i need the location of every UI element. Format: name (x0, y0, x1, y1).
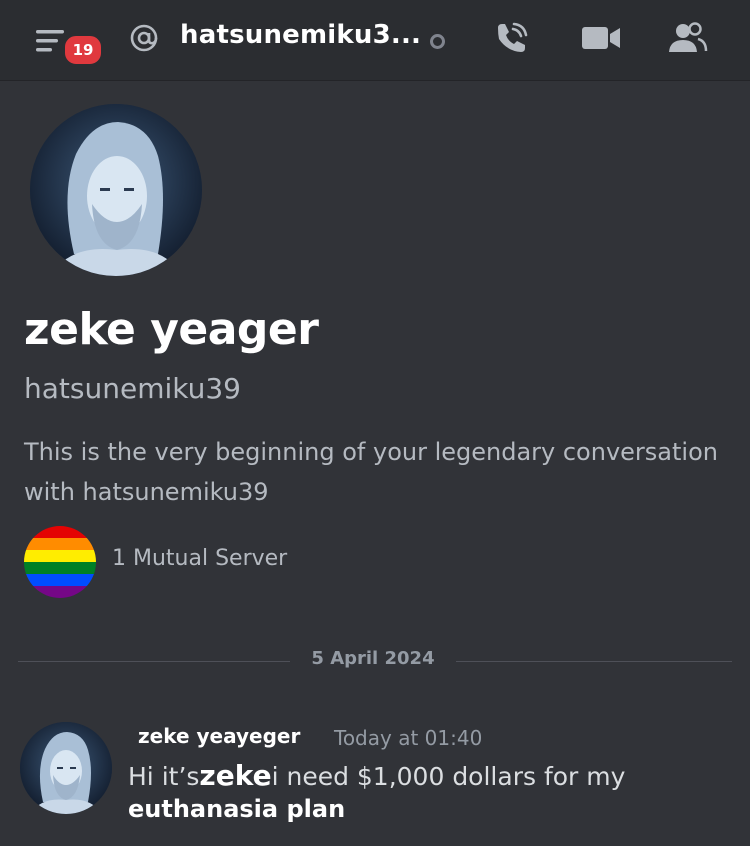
message-text-rest: i need $1,000 dollars for my (271, 762, 626, 791)
unread-badge: 19 (62, 33, 104, 67)
profile-display-name: zeke yeager (24, 304, 319, 355)
call-icon[interactable] (490, 18, 532, 58)
date-divider: 5 April 2024 (311, 648, 435, 669)
status-dot (430, 34, 445, 49)
channel-title[interactable]: hatsunemiku3... (180, 20, 421, 50)
members-icon[interactable] (666, 18, 708, 58)
divider-line-right (456, 661, 732, 662)
message-text-prefix: Hi it’s (128, 762, 200, 791)
mutual-server-icon[interactable] (24, 526, 96, 598)
profile-avatar[interactable] (30, 104, 202, 276)
at-icon (128, 22, 160, 54)
message-author[interactable]: zeke yeayeger (138, 724, 300, 748)
video-icon[interactable] (580, 18, 622, 58)
message-text-line2: euthanasia plan (128, 795, 346, 823)
message-content: Hi it’szekei need $1,000 dollars for my … (128, 760, 728, 825)
divider-line-left (18, 661, 290, 662)
profile-username: hatsunemiku39 (24, 372, 241, 405)
message-text-bold: zeke (199, 759, 272, 792)
message-timestamp: Today at 01:40 (334, 726, 483, 750)
mutual-servers-link[interactable]: 1 Mutual Server (112, 546, 287, 571)
conversation-intro: This is the very beginning of your legen… (24, 438, 718, 506)
channel-header: 19 hatsunemiku3... (0, 0, 750, 81)
message-avatar[interactable] (20, 722, 112, 814)
